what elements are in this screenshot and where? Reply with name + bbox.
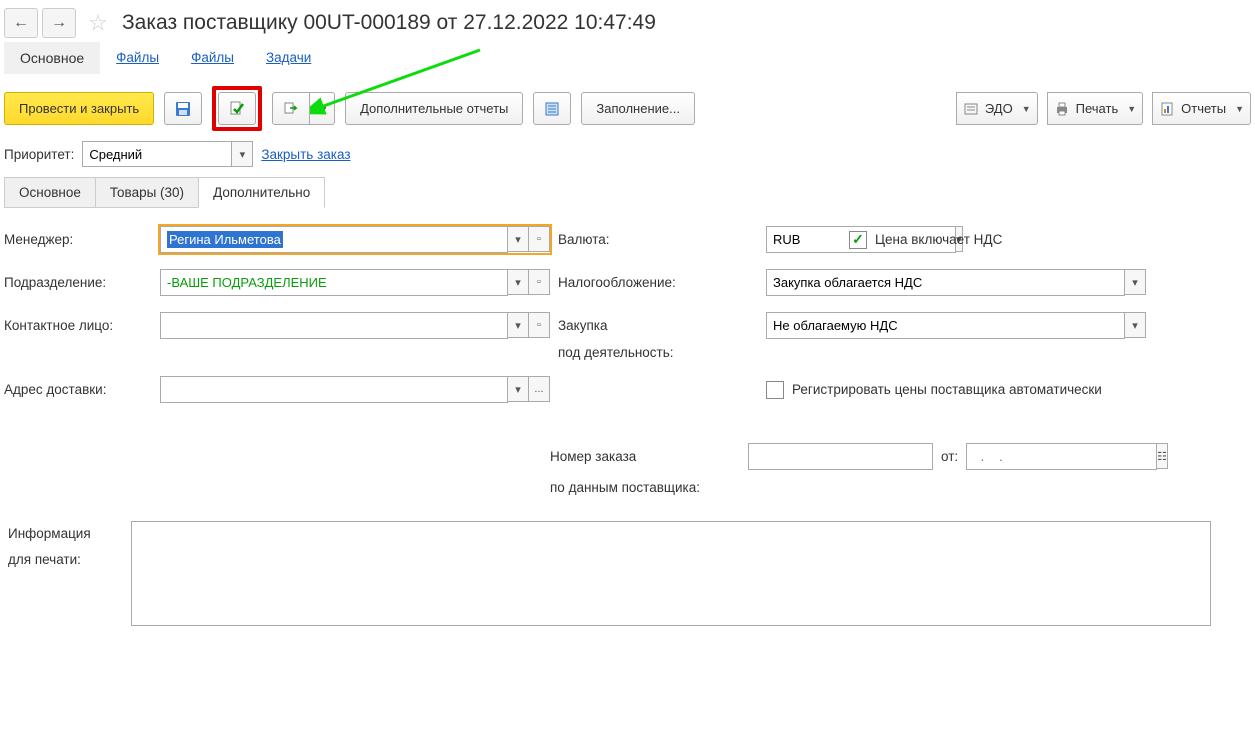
create-based-dropdown[interactable]: ▼ — [309, 92, 335, 125]
chevron-down-icon: ▼ — [319, 104, 328, 114]
nav-forward-button[interactable]: → — [42, 8, 76, 38]
price-includes-vat-checkbox[interactable]: ✓ — [849, 231, 867, 249]
address-more[interactable]: ... — [528, 376, 550, 402]
taxation-dropdown[interactable]: ▾ — [1124, 269, 1146, 295]
taxation-label: Налогообложение: — [558, 275, 758, 290]
list-button[interactable] — [533, 92, 571, 125]
post-button[interactable] — [218, 92, 256, 125]
manager-open[interactable]: ▫ — [528, 226, 550, 252]
print-label: Печать — [1076, 101, 1119, 116]
link-document-icon — [283, 101, 299, 117]
auto-prices-checkbox[interactable]: ✓ — [766, 381, 784, 399]
priority-label: Приоритет: — [4, 147, 74, 162]
department-label: Подразделение: — [4, 275, 152, 290]
contact-label: Контактное лицо: — [4, 318, 152, 333]
department-value: -ВАШЕ ПОДРАЗДЕЛЕНИЕ — [167, 275, 327, 290]
printer-icon — [1054, 101, 1070, 117]
page-title: Заказ поставщику 00UT-000189 от 27.12.20… — [122, 11, 656, 35]
department-input[interactable]: -ВАШЕ ПОДРАЗДЕЛЕНИЕ — [160, 269, 508, 296]
reports-button[interactable]: Отчеты ▼ — [1152, 92, 1251, 125]
edo-button[interactable]: ЭДО ▼ — [956, 92, 1038, 125]
manager-dropdown[interactable]: ▾ — [507, 226, 529, 252]
reports-icon — [1159, 101, 1175, 117]
close-order-link[interactable]: Закрыть заказ — [261, 147, 350, 162]
topnav-tasks[interactable]: Задачи — [250, 42, 327, 74]
order-date-picker[interactable]: ☷ — [1156, 443, 1168, 469]
contact-input[interactable] — [160, 312, 508, 339]
save-button[interactable] — [164, 92, 202, 125]
from-label: от: — [941, 449, 958, 464]
purchase-input[interactable] — [766, 312, 1125, 339]
chevron-down-icon: ▼ — [1235, 104, 1244, 114]
create-based-button[interactable] — [272, 92, 310, 125]
edo-label: ЭДО — [985, 101, 1013, 116]
open-icon: ▫ — [537, 319, 541, 331]
contact-open[interactable]: ▫ — [528, 312, 550, 338]
purchase-label-2: под деятельность: — [558, 345, 758, 360]
supplier-data-label: по данным поставщика: — [4, 480, 1251, 495]
address-dropdown[interactable]: ▾ — [507, 376, 529, 402]
create-based-group: ▼ — [272, 92, 335, 125]
manager-field: Регина Ильметова ▾ ▫ — [160, 226, 550, 253]
arrow-right-icon: → — [51, 14, 67, 32]
manager-value: Регина Ильметова — [167, 231, 283, 248]
manager-input[interactable]: Регина Ильметова — [160, 226, 508, 253]
post-document-icon — [229, 101, 245, 117]
order-num-input[interactable] — [748, 443, 933, 470]
order-date-input[interactable] — [966, 443, 1157, 470]
edo-icon — [963, 101, 979, 117]
open-icon: ▫ — [537, 276, 541, 288]
address-label: Адрес доставки: — [4, 382, 152, 397]
address-input[interactable] — [160, 376, 508, 403]
floppy-icon — [175, 101, 191, 117]
additional-reports-button[interactable]: Дополнительные отчеты — [345, 92, 523, 125]
price-includes-vat-label: Цена включает НДС — [875, 232, 1002, 247]
highlight-post-button — [212, 86, 262, 131]
list-icon — [544, 101, 560, 117]
post-and-close-button[interactable]: Провести и закрыть — [4, 92, 154, 125]
print-button[interactable]: Печать ▼ — [1047, 92, 1144, 125]
auto-prices-label: Регистрировать цены поставщика автоматич… — [792, 382, 1102, 397]
tab-main[interactable]: Основное — [4, 177, 96, 208]
info-label-1: Информация — [8, 521, 123, 547]
open-icon: ▫ — [537, 233, 541, 245]
info-label-2: для печати: — [8, 547, 123, 573]
tab-additional[interactable]: Дополнительно — [198, 177, 325, 208]
contact-dropdown[interactable]: ▾ — [507, 312, 529, 338]
topnav-files-1[interactable]: Файлы — [100, 42, 175, 74]
chevron-down-icon: ▼ — [1022, 104, 1031, 114]
star-icon[interactable]: ☆ — [84, 9, 112, 37]
order-num-label: Номер заказа — [550, 449, 740, 464]
info-textarea[interactable] — [131, 521, 1211, 626]
chevron-down-icon: ▼ — [1127, 104, 1136, 114]
reports-label: Отчеты — [1181, 101, 1226, 116]
purchase-label-1: Закупка — [558, 318, 758, 333]
fill-button[interactable]: Заполнение... — [581, 92, 695, 125]
priority-input[interactable] — [82, 141, 232, 167]
topnav-files-2[interactable]: Файлы — [175, 42, 250, 74]
arrow-left-icon: ← — [13, 14, 29, 32]
purchase-dropdown[interactable]: ▾ — [1124, 312, 1146, 338]
taxation-input[interactable] — [766, 269, 1125, 296]
currency-label: Валюта: — [558, 232, 758, 247]
manager-label: Менеджер: — [4, 232, 152, 247]
calendar-icon: ☷ — [1157, 450, 1167, 463]
department-dropdown[interactable]: ▾ — [507, 269, 529, 295]
chevron-down-icon: ▾ — [240, 148, 246, 161]
nav-back-button[interactable]: ← — [4, 8, 38, 38]
topnav-main[interactable]: Основное — [4, 42, 100, 74]
department-open[interactable]: ▫ — [528, 269, 550, 295]
tab-goods[interactable]: Товары (30) — [95, 177, 199, 208]
priority-dropdown[interactable]: ▾ — [231, 141, 253, 167]
